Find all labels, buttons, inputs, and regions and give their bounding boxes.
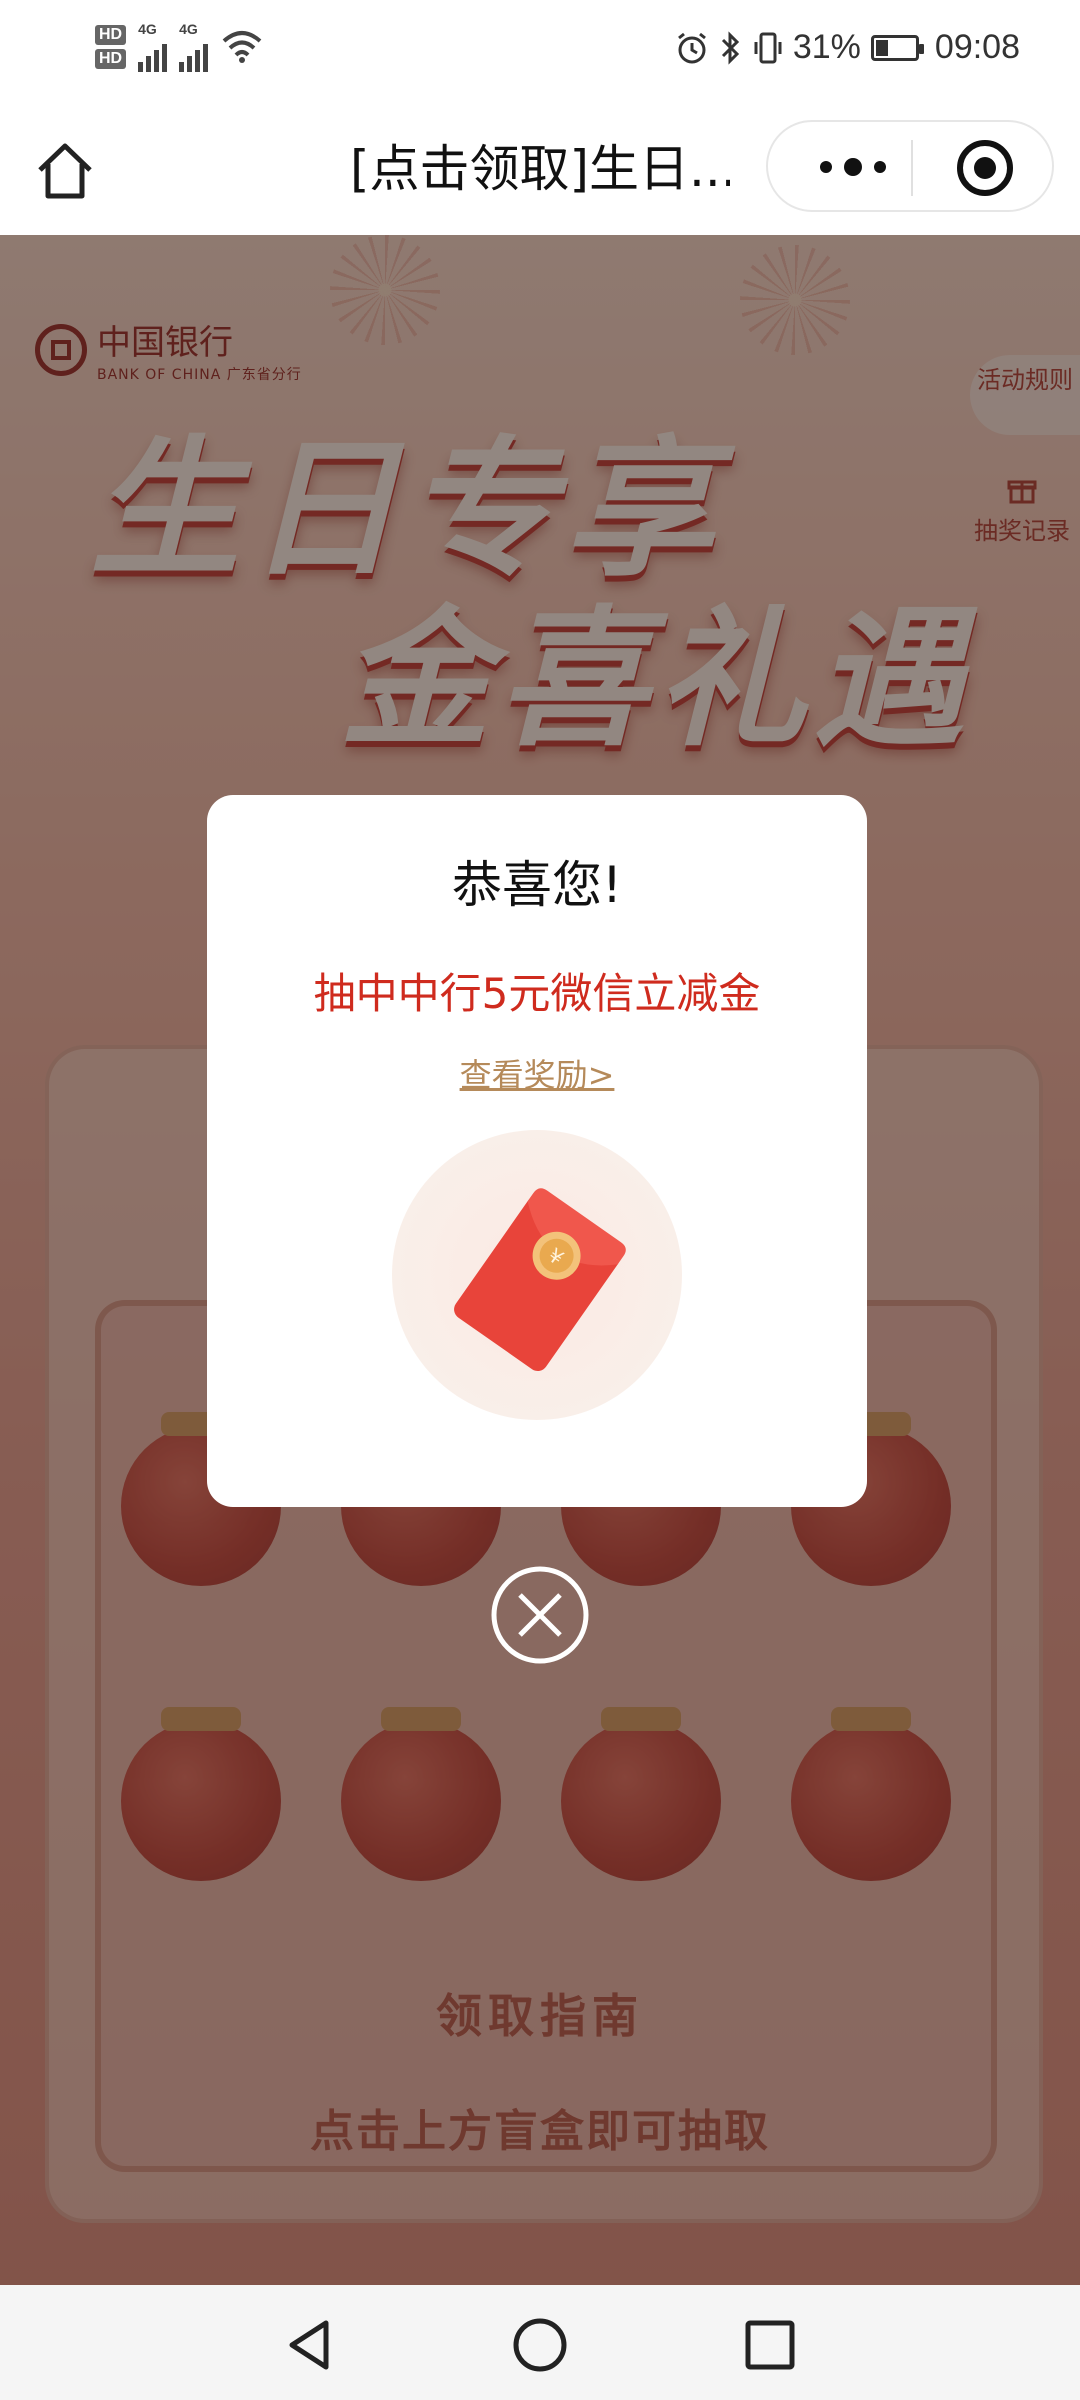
prize-text: 抽中中行5元微信立减金 — [313, 969, 761, 1018]
navigation-bar: [点击领取]生日... — [0, 110, 1080, 235]
clock-time: 09:08 — [934, 28, 1020, 66]
bluetooth-icon — [721, 30, 739, 65]
close-dialog-button[interactable] — [490, 1565, 590, 1665]
prize-dialog: 恭喜您! 抽中中行5元微信立减金 查看奖励> ¥ — [207, 795, 867, 1507]
sim2-network-type: 4G — [179, 21, 198, 37]
view-reward-link[interactable]: 查看奖励> — [207, 1050, 867, 1096]
back-icon[interactable] — [280, 2315, 340, 2375]
sim1-signal: 4G — [138, 21, 168, 72]
battery-icon — [870, 34, 924, 61]
sim1-network-type: 4G — [138, 21, 157, 37]
status-icons: 31% 09:08 — [675, 28, 1020, 67]
red-envelope-badge: ¥ — [392, 1130, 682, 1420]
capsule-divider — [911, 140, 913, 196]
capsule-menu — [766, 120, 1054, 212]
hd-badges: HD HD — [95, 25, 127, 69]
signal-bars-icon — [179, 36, 209, 72]
sim2-hd-badge: HD — [95, 49, 127, 69]
battery-percent: 31% — [792, 28, 861, 66]
more-options-icon[interactable] — [808, 142, 898, 192]
wifi-icon — [222, 31, 262, 63]
home-circle-icon[interactable] — [510, 2315, 570, 2375]
status-bar: HD HD 4G 4G 31% 09:08 — [0, 0, 1080, 110]
dialog-title: 恭喜您! — [451, 856, 623, 914]
page-title: [点击领取]生日... — [350, 140, 730, 198]
system-navigation-bar — [0, 2285, 1080, 2400]
signal-bars-icon — [138, 36, 168, 72]
signal-indicators: HD HD 4G 4G — [95, 22, 264, 72]
sim2-signal: 4G — [179, 21, 209, 72]
vibrate-icon — [754, 32, 782, 63]
close-miniprogram-icon[interactable] — [954, 137, 1016, 199]
home-icon[interactable] — [32, 138, 98, 204]
red-envelope-icon: ¥ — [454, 1188, 626, 1372]
recent-apps-icon[interactable] — [740, 2315, 800, 2375]
battery-fill — [875, 39, 888, 56]
alarm-icon — [677, 32, 706, 63]
sim1-hd-badge: HD — [95, 25, 127, 45]
